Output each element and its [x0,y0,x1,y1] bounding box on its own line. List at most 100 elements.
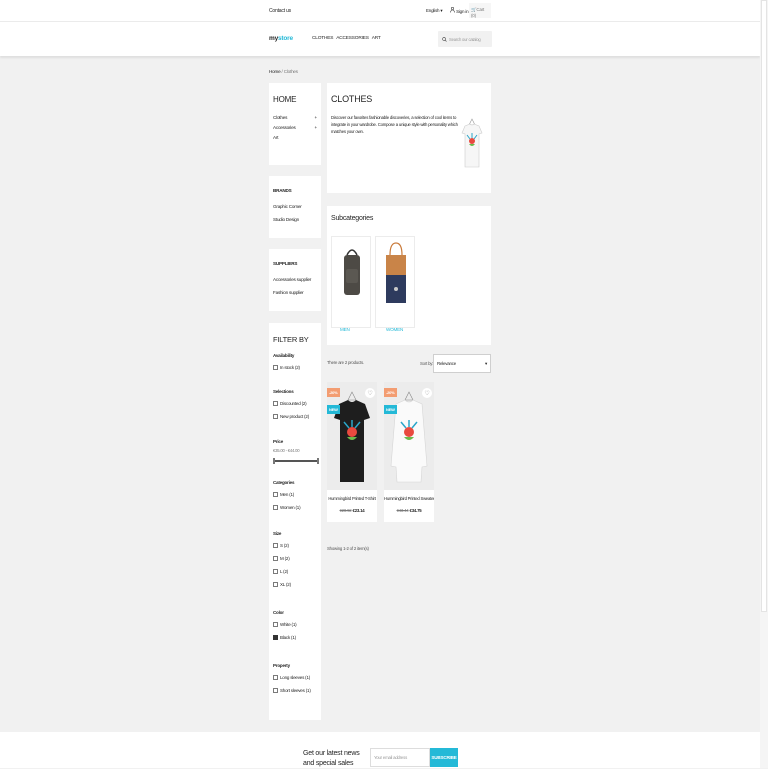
filter-option[interactable]: XL (2) [273,582,291,587]
checkbox[interactable] [273,569,278,574]
brand-link[interactable]: Graphic Corner [273,200,302,213]
slider-handle-max[interactable] [317,458,319,464]
filter-option-label: Black (1) [280,635,296,640]
page-scrollbar[interactable] [760,0,768,768]
filter-by-title: FILTER BY [273,335,309,344]
subscribe-button[interactable]: SUBSCRIBE [430,748,458,767]
checkbox[interactable] [273,582,278,587]
breadcrumb-home[interactable]: Home [269,69,281,74]
category-item-accessories[interactable]: Accessories [273,125,296,130]
filter-option[interactable]: L (2) [273,569,291,574]
filter-option-label: Discounted (2) [280,401,307,406]
filter-option-label: L (2) [280,569,289,574]
top-bar: Contact us English ▾ Sign in 🛒Cart (0) [0,0,760,22]
checkbox[interactable] [273,675,278,680]
store-logo[interactable]: mystore [269,35,293,42]
color-swatch-white[interactable] [273,622,278,627]
filter-option[interactable]: In stock (2) [273,365,300,370]
discount-flag: -20% [327,388,340,397]
checkbox[interactable] [273,365,278,370]
sort-select[interactable]: Relevance ▾ [433,354,491,373]
brand-link[interactable]: Studio Design [273,213,302,226]
new-flag: NEW [327,405,340,414]
filter-size: Size S (2) M (2) L (2) XL (2) [273,531,291,595]
wishlist-heart-icon[interactable]: ♡ [422,388,432,398]
filter-option[interactable]: Women (1) [273,505,301,510]
brands-title[interactable]: BRANDS [273,188,292,193]
search-icon [442,36,447,42]
filter-option[interactable]: Men (1) [273,492,300,497]
supplier-link[interactable]: Fashion supplier [273,286,311,299]
filter-option[interactable]: M (2) [273,556,291,561]
checkbox[interactable] [273,505,278,510]
filter-option[interactable]: Discounted (2) [273,401,309,406]
nav-accessories[interactable]: ACCESSORIES [336,36,369,41]
subcategory-card[interactable] [375,236,415,328]
price-slider[interactable] [273,458,319,464]
contact-link[interactable]: Contact us [269,8,291,14]
checkbox[interactable] [273,688,278,693]
category-tree-list: Clothes + Accessories + Art [273,115,317,140]
filter-option[interactable]: Long sleeves (1) [273,675,311,680]
subcategory-link-men[interactable]: MEN [340,327,350,332]
filter-group-title: Color [273,610,284,615]
slider-handle-min[interactable] [273,458,275,464]
tote-bag-image [386,242,406,303]
nav-art[interactable]: ART [372,36,381,41]
filter-price: Price €35.00 - €44.00 [273,439,319,464]
product-prices: €28.92 €23.14 [327,508,377,513]
filter-option[interactable]: S (2) [273,543,291,548]
cart-button[interactable]: 🛒Cart (0) [469,3,491,18]
discount-flag: -20% [384,388,397,397]
product-image[interactable] [327,382,377,490]
filter-option-label: Long sleeves (1) [280,675,311,680]
category-item-clothes[interactable]: Clothes [273,115,287,120]
sort-label: Sort by: [420,361,434,366]
language-selector[interactable]: English ▾ [426,8,443,14]
category-tree-title[interactable]: HOME [273,95,296,104]
product-image[interactable] [384,382,434,490]
checkbox[interactable] [273,492,278,497]
checkbox[interactable] [273,543,278,548]
product-name[interactable]: Hummingbird Printed T-Shirt [327,496,377,501]
search-input[interactable]: Search our catalog [449,37,481,42]
slider-track [274,460,318,462]
checkbox[interactable] [273,414,278,419]
subcategory-card[interactable] [331,236,371,328]
expand-icon[interactable]: + [315,125,318,130]
filter-option[interactable]: New product (2) [273,414,309,419]
newsletter-email-input[interactable]: Your email address [370,748,430,767]
filter-option[interactable]: Black (1) [273,635,296,640]
subcategory-link-women[interactable]: WOMEN [386,327,403,332]
category-item-art[interactable]: Art [273,135,278,140]
product-count: There are 2 products. [327,360,364,365]
product-card[interactable]: -20% NEW ♡ Hummingbird Printed T-Shirt €… [327,382,377,522]
filter-option-label: S (2) [280,543,289,548]
suppliers-title[interactable]: SUPPLIERS [273,261,297,266]
filter-option-label: XL (2) [280,582,291,587]
nav-clothes[interactable]: CLOTHES [312,36,333,41]
filter-group-title: Property [273,663,290,668]
supplier-link[interactable]: Accessories supplier [273,273,311,286]
logo-text-right: store [278,35,293,42]
filter-option[interactable]: White (1) [273,622,297,627]
filter-group-title: Price [273,439,284,444]
expand-icon[interactable]: + [315,115,318,120]
wishlist-heart-icon[interactable]: ♡ [365,388,375,398]
brands-panel: BRANDS Graphic Corner Studio Design [269,176,321,238]
backpack-image [344,249,360,295]
filter-option[interactable]: Short sleeves (1) [273,688,311,693]
product-prices: €43.44 €34.75 [384,508,434,513]
filter-group-title: Categories [273,480,295,485]
filter-option-label: Women (1) [280,505,301,510]
product-name[interactable]: Hummingbird Printed Sweater [384,496,434,501]
filter-color: Color White (1) Black (1) [273,610,297,648]
color-swatch-black[interactable] [273,635,278,640]
signin-link[interactable]: Sign in [450,6,469,14]
checkbox[interactable] [273,556,278,561]
checkbox[interactable] [273,401,278,406]
scrollbar-thumb[interactable] [761,0,767,612]
search-box[interactable]: Search our catalog [438,31,492,47]
logo-text-left: my [269,35,278,42]
product-card[interactable]: -20% NEW ♡ Hummingbird Printed Sweater €… [384,382,434,522]
